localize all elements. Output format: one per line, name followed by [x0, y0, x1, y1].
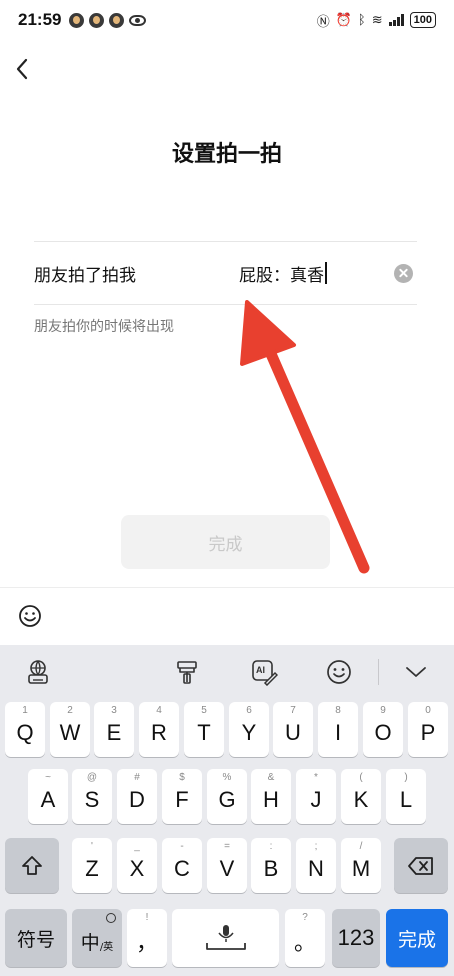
pat-suffix-input[interactable]: 屁股：真香	[239, 261, 394, 286]
key-j[interactable]: * J	[296, 769, 336, 824]
bluetooth-icon: ᛒ	[357, 12, 366, 28]
key-i[interactable]: 8I	[318, 702, 358, 757]
shift-key[interactable]	[5, 838, 59, 893]
key-l[interactable]: ) L	[386, 769, 426, 824]
brush-icon[interactable]	[173, 658, 201, 686]
key-o[interactable]: 9O	[363, 702, 403, 757]
signal-icon	[388, 14, 404, 26]
keyboard-toolbar: AI	[0, 645, 454, 697]
chevron-left-icon	[16, 58, 28, 80]
key-k[interactable]: (K	[341, 769, 381, 824]
emoji-icon[interactable]	[18, 604, 42, 628]
key-a[interactable]: ~ A	[28, 769, 68, 824]
keyboard: AI 1Q 2W 3E 4R 5T 6Y 7U 8I 9O 0P ~ A @ S #…	[0, 645, 454, 976]
smiley-icon[interactable]	[325, 658, 353, 686]
key-h[interactable]: & H	[251, 769, 291, 824]
key-t[interactable]: 5T	[184, 702, 224, 757]
status-time: 21:59	[18, 10, 62, 29]
clear-input-icon[interactable]	[394, 263, 413, 283]
ai-pen-icon[interactable]: AI	[250, 658, 278, 686]
key-p[interactable]: 0P	[408, 702, 448, 757]
wifi-icon: ≋	[371, 12, 383, 28]
key-x[interactable]: _ X	[117, 838, 157, 893]
text-caret	[325, 262, 327, 284]
pat-prefix-label: 朋友拍了拍我	[34, 265, 136, 286]
pat-input-row: 朋友拍了拍我 屁股：真香	[34, 242, 417, 304]
key-w[interactable]: 2W	[50, 702, 90, 757]
key-z[interactable]: ' Z	[72, 838, 112, 893]
chevron-down-icon[interactable]	[402, 658, 430, 686]
period-key[interactable]: ?。	[285, 909, 325, 967]
app-notification-icon	[69, 12, 85, 28]
key-y[interactable]: 6Y	[229, 702, 269, 757]
toolbar-separator	[378, 659, 379, 685]
keyboard-globe-icon[interactable]	[24, 658, 52, 686]
key-e[interactable]: 3E	[94, 702, 134, 757]
page-title: 设置拍一拍	[171, 142, 282, 167]
backspace-key[interactable]	[394, 838, 448, 893]
microphone-icon	[205, 925, 246, 950]
language-switch-key[interactable]: 中/英	[72, 909, 122, 967]
key-g[interactable]: % G	[207, 769, 247, 824]
key-q[interactable]: 1Q	[5, 702, 45, 757]
key-d[interactable]: # D	[117, 769, 157, 824]
battery-icon: 100	[409, 12, 436, 28]
status-bar: 21:59 Ⓝ ⏰ ᛒ ≋ 100	[0, 0, 454, 40]
divider	[34, 304, 417, 305]
space-key[interactable]	[172, 909, 279, 967]
key-u[interactable]: 7U	[273, 702, 313, 757]
svg-text:AI: AI	[256, 665, 265, 675]
notification-icons	[69, 12, 147, 28]
done-button[interactable]: 完成	[121, 515, 330, 569]
backspace-icon	[408, 856, 433, 875]
key-r[interactable]: 4R	[139, 702, 179, 757]
key-b[interactable]: :B	[251, 838, 291, 893]
emoji-bar	[0, 587, 454, 645]
status-indicators: Ⓝ ⏰ ᛒ ≋ 100	[317, 11, 436, 30]
key-v[interactable]: = V	[207, 838, 247, 893]
app-notification-icon	[89, 12, 105, 28]
pat-suffix-text: 屁股：真香	[239, 265, 324, 286]
globe-icon	[106, 913, 116, 923]
key-m[interactable]: / M	[341, 838, 381, 893]
symbols-key[interactable]: 符号	[5, 909, 67, 967]
alarm-icon: ⏰	[335, 12, 352, 28]
back-button[interactable]	[10, 55, 38, 83]
key-n[interactable]: ; N	[296, 838, 336, 893]
keyboard-done-key[interactable]: 完成	[386, 909, 448, 967]
nfc-icon: Ⓝ	[316, 14, 330, 30]
eye-icon	[129, 14, 147, 26]
key-s[interactable]: @ S	[72, 769, 112, 824]
app-notification-icon	[109, 12, 125, 28]
comma-key[interactable]: !，	[127, 909, 167, 967]
key-f[interactable]: $ F	[162, 769, 202, 824]
shift-icon	[22, 855, 42, 875]
hint-text: 朋友拍你的时候将出现	[34, 319, 174, 335]
key-c[interactable]: -C	[162, 838, 202, 893]
numbers-key[interactable]: 123	[332, 909, 380, 967]
